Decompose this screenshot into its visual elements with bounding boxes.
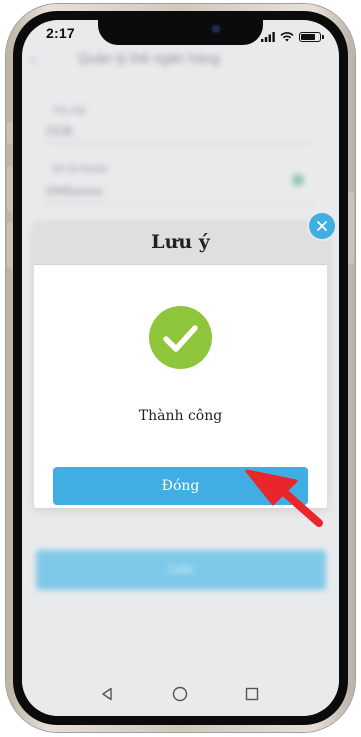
- card-name-label: Tên thẻ: [52, 106, 86, 117]
- background-save-label: Lưu: [169, 561, 193, 576]
- status-bar: 2:17: [22, 20, 339, 50]
- card-name-value: OCB: [46, 124, 73, 138]
- clock: 2:17: [46, 25, 75, 41]
- divider: [44, 202, 314, 203]
- close-button-label: Đóng: [161, 478, 200, 494]
- android-nav-bar: [22, 672, 339, 716]
- screen: ‹ Quản lý thẻ ngân hàng Tên thẻ OCB Số t…: [22, 20, 339, 716]
- dialog-title: Lưu ý: [151, 231, 210, 253]
- account-number-value: 0345xxxxx: [46, 184, 103, 198]
- divider: [44, 142, 314, 143]
- checkmark-icon: [163, 325, 198, 352]
- home-icon[interactable]: [170, 684, 190, 704]
- status-icons: [261, 27, 324, 46]
- success-message: Thành công: [138, 408, 223, 424]
- battery-icon: [299, 31, 324, 42]
- field-indicator-icon: [292, 174, 304, 186]
- success-dialog: Lưu ý Thành công Đóng: [34, 223, 327, 508]
- recents-icon[interactable]: [242, 684, 262, 704]
- notch: [98, 20, 263, 45]
- signal-icon: [261, 27, 275, 46]
- back-arrow-icon: ‹: [30, 50, 37, 69]
- dialog-header: Lưu ý: [34, 223, 327, 265]
- account-number-label: Số tài khoản: [52, 164, 108, 175]
- success-icon: [149, 306, 212, 369]
- wifi-icon: [280, 27, 294, 46]
- battery-level: [301, 33, 316, 40]
- background-title: Quản lý thẻ ngân hàng: [78, 50, 220, 66]
- close-button[interactable]: Đóng: [53, 467, 308, 505]
- background-save-button: Lưu: [36, 550, 326, 590]
- camera-icon: [212, 25, 220, 33]
- back-icon[interactable]: [97, 684, 117, 704]
- power-button: [348, 192, 354, 264]
- close-icon[interactable]: [309, 213, 335, 239]
